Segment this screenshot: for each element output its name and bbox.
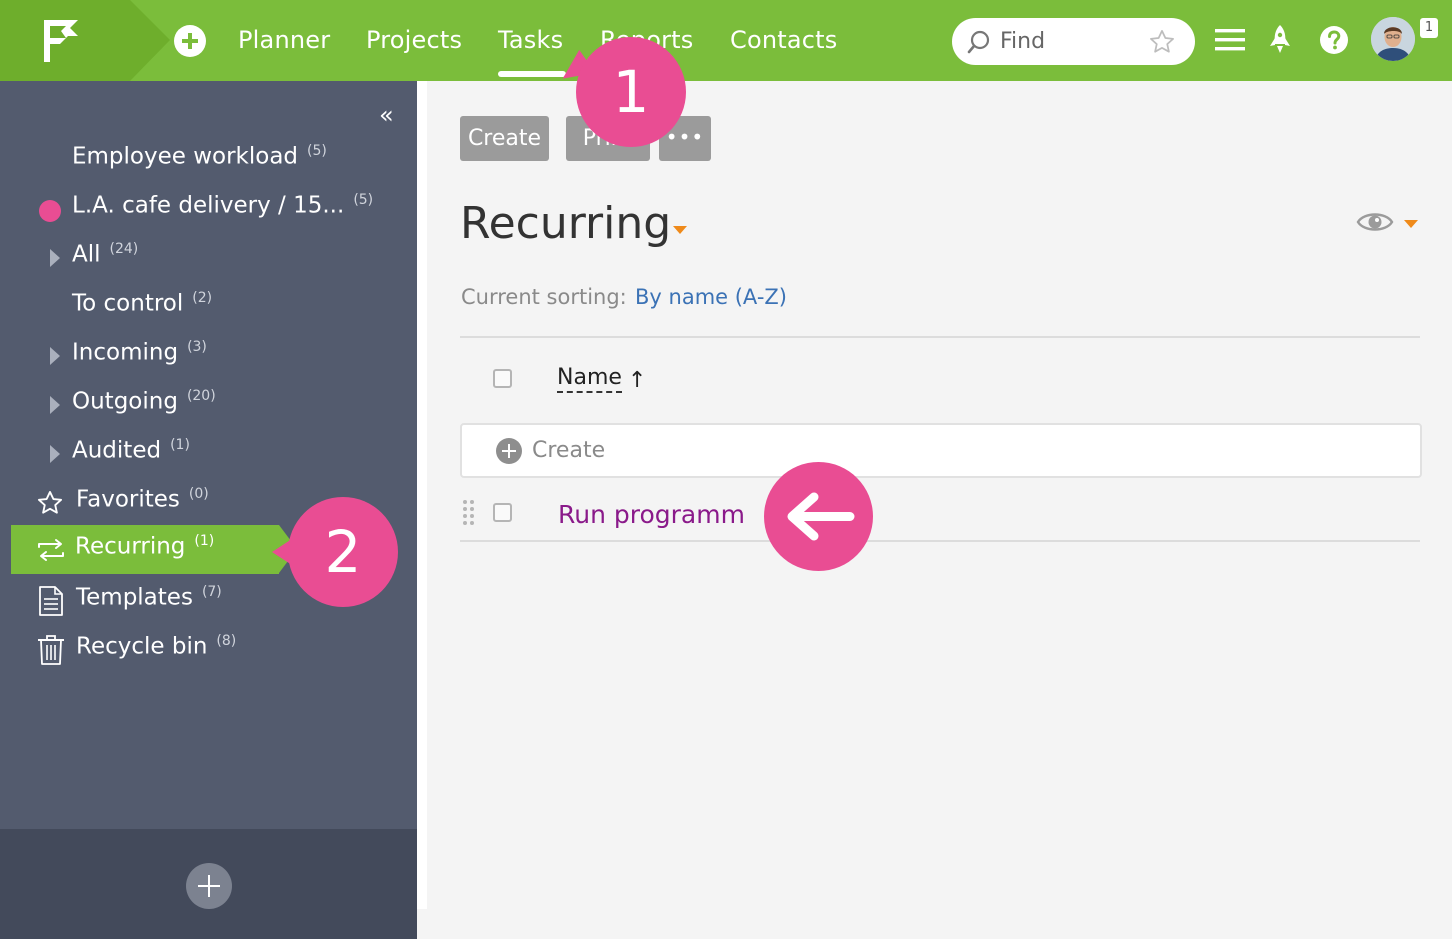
sort-ascending-icon: ↑ (628, 368, 647, 393)
sidebar-item-incoming[interactable]: Incoming (3) (0, 331, 417, 380)
sort-label: Current sorting: (461, 285, 627, 309)
plus-circle-icon (496, 438, 522, 464)
callout-marker-arrow (764, 462, 873, 571)
sidebar-item-label: Incoming (3) (72, 339, 207, 366)
add-menu-item-button[interactable] (186, 863, 232, 909)
callout-marker-2: 2 (288, 497, 398, 607)
sidebar-item-outgoing[interactable]: Outgoing (20) (0, 380, 417, 429)
active-tab-indicator (498, 71, 566, 77)
sidebar-item-recycle-bin[interactable]: Recycle bin (8) (0, 625, 417, 674)
sidebar-item-employee-workload[interactable]: Employee workload (5) (0, 135, 417, 184)
star-icon[interactable] (1148, 28, 1176, 56)
rocket-icon[interactable] (1268, 24, 1292, 56)
task-link[interactable]: Run programm (558, 500, 745, 529)
sidebar-footer (0, 829, 417, 939)
sidebar-item-to-control[interactable]: To control (2) (0, 282, 417, 331)
help-icon[interactable] (1319, 25, 1349, 55)
avatar[interactable] (1371, 17, 1415, 61)
search-input[interactable] (1000, 26, 1140, 56)
sort-value-link[interactable]: By name (A-Z) (635, 285, 787, 309)
column-header-name[interactable]: Name (557, 365, 622, 393)
sidebar-item-label: Employee workload (5) (72, 143, 327, 170)
nav-contacts[interactable]: Contacts (730, 26, 837, 54)
double-chevron-left-icon[interactable]: « (379, 103, 394, 127)
sidebar-item-label: All (24) (72, 241, 139, 268)
sidebar-item-la-cafe-delivery[interactable]: L.A. cafe delivery / 15... (5) (0, 184, 417, 233)
create-button[interactable]: Create (460, 116, 549, 161)
plus-circle-icon[interactable] (174, 25, 206, 57)
task-row-checkbox[interactable] (493, 503, 512, 522)
quick-create-field[interactable]: Create (460, 423, 1422, 478)
flag-logo-icon (0, 0, 170, 81)
user-photo-icon (1371, 17, 1415, 61)
expand-arrow-icon[interactable] (50, 396, 60, 414)
sidebar-item-label: To control (2) (72, 290, 213, 317)
callout-marker-1: 1 (576, 37, 686, 147)
sidebar-item-label: Outgoing (20) (72, 388, 216, 415)
nav-planner[interactable]: Planner (238, 26, 330, 54)
view-dropdown-icon[interactable] (1404, 220, 1418, 228)
sidebar-item-audited[interactable]: Audited (1) (0, 429, 417, 478)
notification-badge: 1 (1420, 18, 1438, 38)
page-title: Recurring (460, 198, 672, 249)
divider (460, 336, 1420, 338)
quick-create-label: Create (532, 438, 606, 463)
star-icon (37, 490, 63, 514)
sidebar-item-all[interactable]: All (24) (0, 233, 417, 282)
search-icon (967, 30, 990, 54)
title-dropdown-icon[interactable] (673, 226, 687, 234)
sidebar-item-label: Audited (1) (72, 437, 190, 464)
expand-arrow-icon[interactable] (50, 347, 60, 365)
expand-arrow-icon[interactable] (50, 249, 60, 267)
sidebar-item-label: Templates (7) (76, 584, 222, 611)
select-all-checkbox[interactable] (493, 369, 512, 388)
recurring-arrows-icon (38, 539, 64, 561)
sidebar-item-label: Favorites (0) (76, 486, 209, 513)
sidebar-item-label: Recurring (1) (75, 533, 215, 560)
drag-handle-icon[interactable] (462, 499, 476, 525)
logo-block[interactable] (0, 0, 170, 81)
table-row-divider (460, 540, 1420, 542)
expand-arrow-icon[interactable] (50, 445, 60, 463)
top-navigation-bar: Planner Projects Tasks Reports Contacts (0, 0, 1452, 81)
nav-projects[interactable]: Projects (366, 26, 462, 54)
trash-icon (38, 635, 64, 665)
eye-icon[interactable] (1356, 209, 1394, 235)
sidebar-item-recurring[interactable]: Recurring (1) (11, 525, 279, 574)
arrow-left-icon (787, 492, 855, 541)
nav-tasks[interactable]: Tasks (498, 26, 563, 54)
project-color-dot (39, 200, 61, 222)
search-box[interactable] (952, 18, 1195, 65)
sidebar-item-label: Recycle bin (8) (76, 633, 237, 660)
hamburger-menu-icon[interactable] (1215, 28, 1245, 52)
sidebar-item-label: L.A. cafe delivery / 15... (5) (72, 192, 374, 219)
document-template-icon (39, 586, 63, 616)
content-divider (417, 81, 427, 909)
